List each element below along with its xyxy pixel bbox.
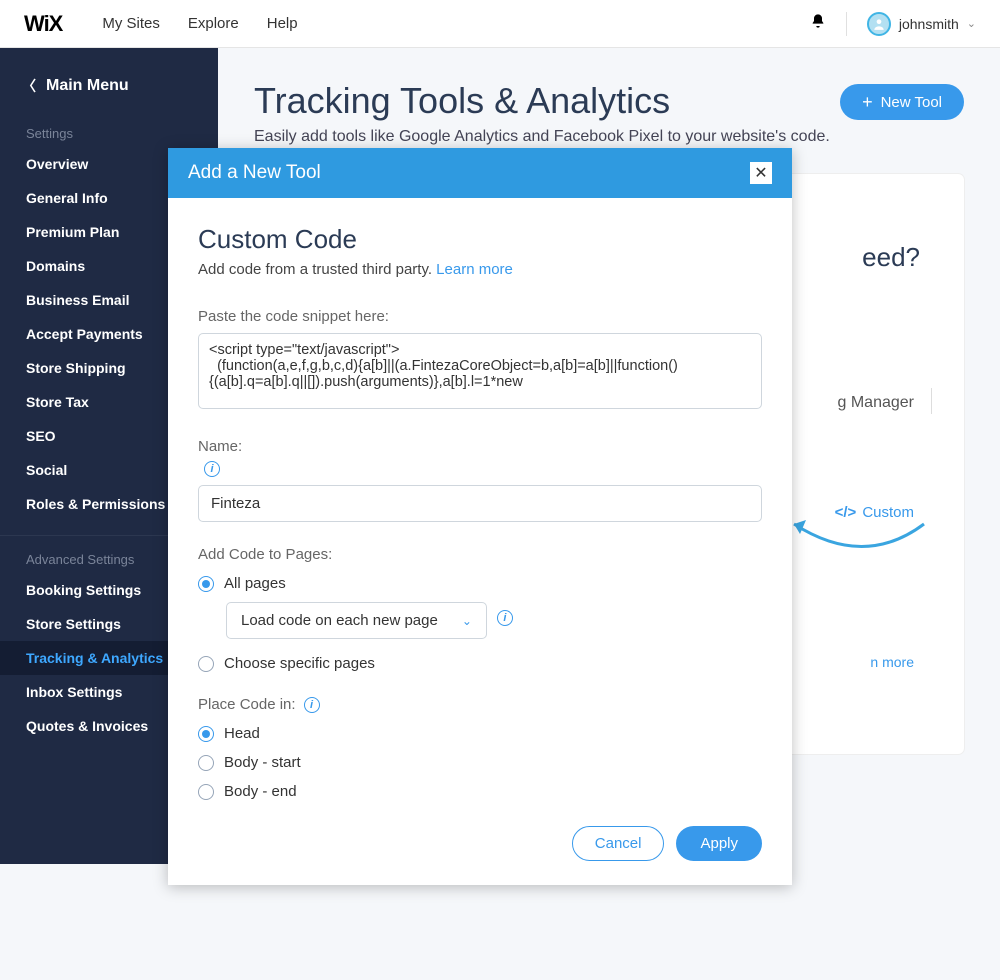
- nav-help[interactable]: Help: [267, 15, 298, 32]
- place-code-label: Place Code in: i: [198, 696, 762, 713]
- wix-logo[interactable]: WiX: [24, 11, 62, 37]
- top-header: WiX My Sites Explore Help johnsmith ⌄: [0, 0, 1000, 48]
- chevron-down-icon: ⌄: [462, 614, 472, 628]
- radio-all-pages-label: All pages: [224, 575, 286, 592]
- plus-icon: +: [862, 93, 873, 111]
- tab-divider: [931, 388, 932, 414]
- new-tool-button[interactable]: + New Tool: [840, 84, 964, 120]
- add-code-pages-label: Add Code to Pages:: [198, 546, 762, 563]
- chevron-down-icon: ⌄: [967, 17, 976, 30]
- radio-specific-pages[interactable]: Choose specific pages: [198, 655, 762, 672]
- info-icon[interactable]: i: [497, 610, 513, 626]
- top-nav: My Sites Explore Help: [102, 15, 297, 32]
- name-label: Name:: [198, 438, 242, 455]
- close-icon: ✕: [754, 163, 767, 183]
- nav-explore[interactable]: Explore: [188, 15, 239, 32]
- nav-my-sites[interactable]: My Sites: [102, 15, 160, 32]
- back-label: Main Menu: [46, 77, 129, 95]
- back-main-menu[interactable]: 〈 Main Menu: [0, 64, 218, 116]
- cancel-button[interactable]: Cancel: [572, 826, 665, 861]
- modal-header: Add a New Tool ✕: [168, 148, 792, 198]
- page-subtitle: Easily add tools like Google Analytics a…: [254, 128, 964, 146]
- info-icon[interactable]: i: [204, 461, 220, 477]
- close-button[interactable]: ✕: [750, 162, 772, 184]
- code-snippet-label: Paste the code snippet here:: [198, 308, 762, 325]
- radio-body-end[interactable]: Body - end: [198, 783, 762, 800]
- load-code-select[interactable]: Load code on each new page ⌄: [226, 602, 487, 639]
- radio-specific-pages-label: Choose specific pages: [224, 655, 375, 672]
- radio-all-pages[interactable]: All pages: [198, 575, 762, 592]
- tab-tag-manager-partial[interactable]: g Manager: [838, 394, 915, 412]
- radio-head[interactable]: Head: [198, 725, 762, 742]
- radio-body-start-label: Body - start: [224, 754, 301, 771]
- settings-section-label: Settings: [0, 116, 218, 147]
- chevron-left-icon: 〈: [22, 76, 36, 96]
- radio-checked-icon: [198, 726, 214, 742]
- name-input[interactable]: [198, 485, 762, 522]
- card-learn-more-partial[interactable]: n more: [870, 654, 914, 670]
- select-value: Load code on each new page: [241, 612, 438, 629]
- radio-unchecked-icon: [198, 656, 214, 672]
- apply-button[interactable]: Apply: [676, 826, 762, 861]
- arrow-icon: [784, 514, 934, 574]
- divider: [846, 12, 847, 36]
- user-menu[interactable]: johnsmith ⌄: [867, 12, 976, 36]
- code-snippet-input[interactable]: [198, 333, 762, 409]
- radio-body-end-label: Body - end: [224, 783, 297, 800]
- modal-title: Custom Code: [198, 224, 762, 255]
- radio-unchecked-icon: [198, 784, 214, 800]
- bell-icon[interactable]: [810, 13, 826, 34]
- radio-checked-icon: [198, 576, 214, 592]
- radio-head-label: Head: [224, 725, 260, 742]
- avatar-icon: [867, 12, 891, 36]
- learn-more-link[interactable]: Learn more: [436, 261, 513, 278]
- radio-body-start[interactable]: Body - start: [198, 754, 762, 771]
- info-icon[interactable]: i: [304, 697, 320, 713]
- new-tool-label: New Tool: [881, 94, 942, 111]
- username: johnsmith: [899, 16, 959, 32]
- modal-subtitle: Add code from a trusted third party. Lea…: [198, 261, 762, 278]
- add-tool-modal: Add a New Tool ✕ Custom Code Add code fr…: [168, 148, 792, 885]
- modal-header-title: Add a New Tool: [188, 162, 321, 184]
- radio-unchecked-icon: [198, 755, 214, 771]
